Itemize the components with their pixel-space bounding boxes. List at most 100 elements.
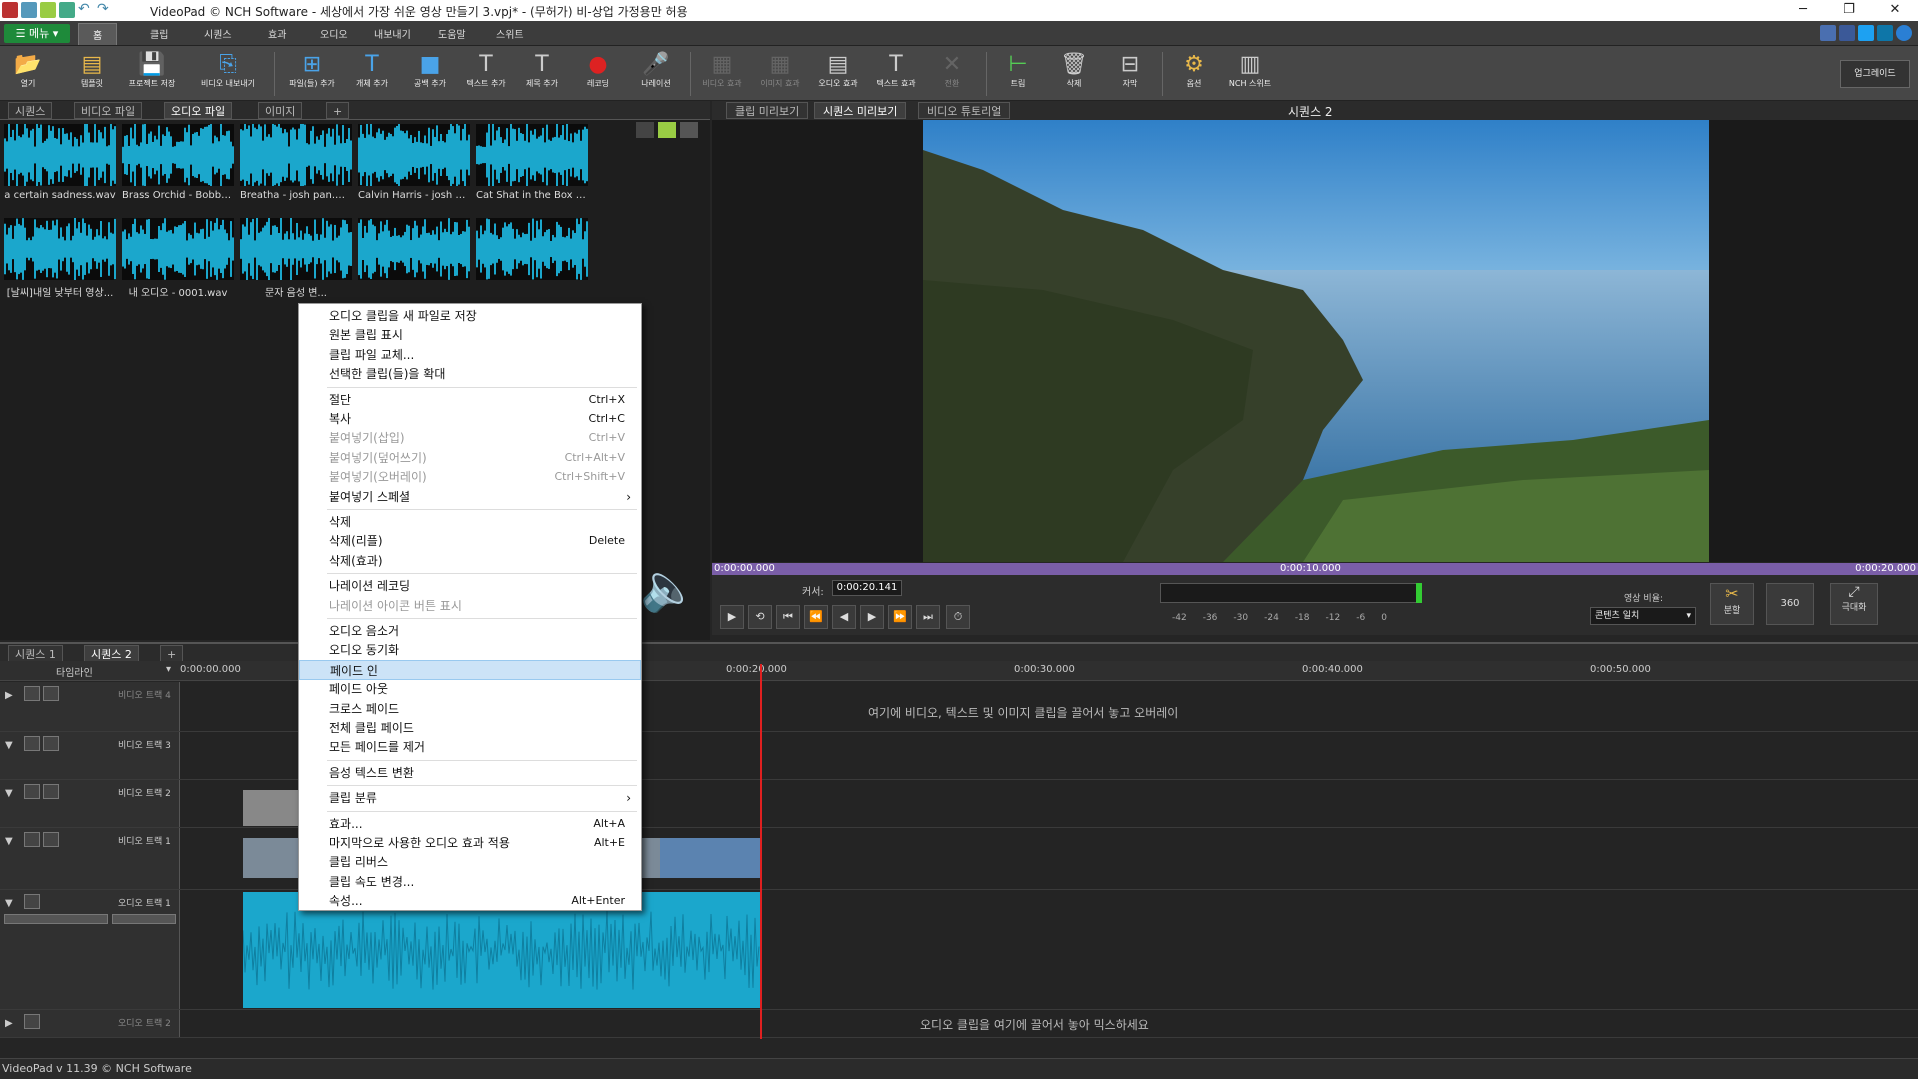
menu-item[interactable]: 크로스 페이드 xyxy=(299,699,641,719)
menu-item[interactable]: 클립 리버스 xyxy=(299,852,641,872)
twitter-icon[interactable] xyxy=(1858,25,1874,41)
menu-item[interactable]: 클립 속도 변경... xyxy=(299,872,641,892)
menu-item[interactable]: 삭제(리플) Delete xyxy=(299,531,641,551)
nch-suite-button[interactable]: ▥ NCH 스위트 xyxy=(1222,50,1278,89)
speaker-icon[interactable] xyxy=(24,1014,40,1029)
menu-item[interactable]: 마지막으로 사용한 오디오 효과 적용 Alt+E xyxy=(299,833,641,853)
add-blank-button[interactable]: ■ 공백 추가 xyxy=(402,50,458,89)
quick-save2-icon[interactable] xyxy=(59,2,75,18)
add-title-button[interactable]: T 제목 추가 xyxy=(514,50,570,89)
eye-icon[interactable] xyxy=(24,736,40,751)
menu-item[interactable]: 속성... Alt+Enter xyxy=(299,891,641,911)
pan-slider[interactable] xyxy=(112,914,176,924)
vr-360-button[interactable]: 360 xyxy=(1766,583,1814,625)
menu-item[interactable]: 오디오 클립을 새 파일로 저장 xyxy=(299,306,641,326)
expand-icon[interactable]: ▶ xyxy=(5,1018,13,1029)
image-effects-button[interactable]: ▦ 이미지 효과 xyxy=(752,50,808,89)
tab-sequence[interactable]: 시퀀스 xyxy=(204,26,232,41)
bin-tab-add[interactable]: + xyxy=(326,102,350,119)
step-back-button[interactable]: ◀ xyxy=(832,605,856,629)
expand-icon[interactable]: ▶ xyxy=(5,690,13,701)
go-end-button[interactable]: ⏭ xyxy=(916,605,940,629)
menu-item[interactable]: 나레이션 레코딩 xyxy=(299,576,641,596)
speaker-icon[interactable] xyxy=(24,894,40,909)
minimize-button[interactable]: ─ xyxy=(1780,0,1826,21)
aspect-select[interactable]: 콘텐츠 일치 ▾ xyxy=(1590,607,1696,625)
bin-item[interactable]: 내 오디오 - 0001.wav xyxy=(122,218,234,299)
quick-open-icon[interactable] xyxy=(40,2,56,18)
redo-icon[interactable]: ↷ xyxy=(97,2,113,18)
bin-item[interactable]: [날씨]내일 낮부터 영상... xyxy=(4,218,116,299)
bin-tab-image[interactable]: 이미지 xyxy=(258,102,303,119)
upgrade-button[interactable]: 업그레이드 xyxy=(1840,60,1910,88)
timeline-ruler[interactable]: 타임라인 ▾ 0:00:00.000 0:00:20.000 0:00:30.0… xyxy=(0,661,1918,681)
options-button[interactable]: ⚙ 옵션 xyxy=(1166,50,1222,89)
template-button[interactable]: ▤ 템플릿 xyxy=(64,50,120,89)
bin-item[interactable] xyxy=(358,218,470,284)
loop-button[interactable]: ⟲ xyxy=(748,605,772,629)
speed-button[interactable]: ⏱ xyxy=(946,605,970,629)
open-button[interactable]: 📂 열기 xyxy=(0,50,56,89)
eye-icon[interactable] xyxy=(24,686,40,701)
trim-button[interactable]: ⊢ 트림 xyxy=(990,50,1046,89)
tab-suite[interactable]: 스위트 xyxy=(496,26,524,41)
track-settings-icon[interactable] xyxy=(43,686,59,701)
go-start-button[interactable]: ⏮ xyxy=(776,605,800,629)
tab-clip[interactable]: 클립 xyxy=(150,26,168,41)
split-button[interactable]: ✂ 분할 xyxy=(1710,583,1754,625)
menu-item[interactable]: 페이드 인 xyxy=(299,659,641,680)
eye-icon[interactable] xyxy=(24,832,40,847)
bin-item[interactable]: a certain sadness.wav xyxy=(4,124,116,201)
track-settings-icon[interactable] xyxy=(43,784,59,799)
collapse-icon[interactable]: ▼ xyxy=(5,898,13,909)
menu-item[interactable]: 전체 클립 페이드 xyxy=(299,718,641,738)
tl-tab-add[interactable]: + xyxy=(160,645,184,662)
menu-item[interactable]: 페이드 아웃 xyxy=(299,679,641,699)
collapse-icon[interactable]: ▼ xyxy=(5,740,13,751)
tl-tab-sequence-2[interactable]: 시퀀스 2 xyxy=(84,645,139,662)
menu-item[interactable]: 원본 클립 표시 xyxy=(299,325,641,345)
tab-audio[interactable]: 오디오 xyxy=(320,26,348,41)
prev-frame-button[interactable]: ⏪ xyxy=(804,605,828,629)
tab-clip-preview[interactable]: 클립 미리보기 xyxy=(726,102,809,119)
trash-icon[interactable] xyxy=(636,122,654,138)
bin-item[interactable]: Brass Orchid - Bobby ... xyxy=(122,124,234,201)
bin-tab-sequence[interactable]: 시퀀스 xyxy=(8,102,53,119)
tl-tab-sequence-1[interactable]: 시퀀스 1 xyxy=(8,645,63,662)
audio-effects-button[interactable]: ▤ 오디오 효과 xyxy=(810,50,866,89)
menu-item[interactable]: 삭제(효과) xyxy=(299,551,641,571)
facebook-icon[interactable] xyxy=(1839,25,1855,41)
menu-item[interactable]: 오디오 음소거 xyxy=(299,621,641,641)
save-project-button[interactable]: 💾 프로젝트 저장 xyxy=(124,50,180,89)
bin-item[interactable]: Calvin Harris - josh p... xyxy=(358,124,470,201)
menu-item[interactable]: 클립 분류 › xyxy=(299,788,641,808)
tab-video-tutorial[interactable]: 비디오 튜토리얼 xyxy=(918,102,1011,119)
menu-item[interactable]: 효과... Alt+A xyxy=(299,814,641,834)
step-forward-button[interactable]: ▶ xyxy=(860,605,884,629)
tab-export[interactable]: 내보내기 xyxy=(374,26,411,41)
collapse-icon[interactable]: ▼ xyxy=(5,836,13,847)
add-text-button[interactable]: T 텍스트 추가 xyxy=(458,50,514,89)
help-icon[interactable] xyxy=(1896,25,1912,41)
text-effects-button[interactable]: T 텍스트 효과 xyxy=(868,50,924,89)
bin-item[interactable] xyxy=(476,218,588,284)
bin-tab-audio[interactable]: 오디오 파일 xyxy=(164,102,233,119)
bin-item[interactable]: Breatha - josh pan.mp3 xyxy=(240,124,352,201)
bin-item[interactable]: Cat Shat in the Box - J... xyxy=(476,124,588,201)
tab-effects[interactable]: 효과 xyxy=(268,26,286,41)
menu-item[interactable]: 절단 Ctrl+X xyxy=(299,390,641,410)
narration-button[interactable]: 🎤 나레이션 xyxy=(628,50,684,89)
add-object-button[interactable]: T 개체 추가 xyxy=(344,50,400,89)
volume-slider[interactable] xyxy=(4,914,108,924)
menu-item[interactable]: 붙여넣기 스페셜 › xyxy=(299,487,641,507)
delete-button[interactable]: 🗑 삭제 xyxy=(1046,50,1102,89)
new-folder-icon[interactable] xyxy=(658,122,676,138)
menu-item[interactable]: 오디오 동기화 xyxy=(299,640,641,660)
track-settings-icon[interactable] xyxy=(43,832,59,847)
menu-item[interactable]: 음성 텍스트 변환 xyxy=(299,763,641,783)
tab-home[interactable]: 홈 xyxy=(78,23,118,45)
like-icon[interactable] xyxy=(1820,25,1836,41)
video-effects-button[interactable]: ▦ 비디오 효과 xyxy=(694,50,750,89)
tab-help[interactable]: 도움말 xyxy=(438,26,466,41)
list-view-icon[interactable] xyxy=(680,122,698,138)
